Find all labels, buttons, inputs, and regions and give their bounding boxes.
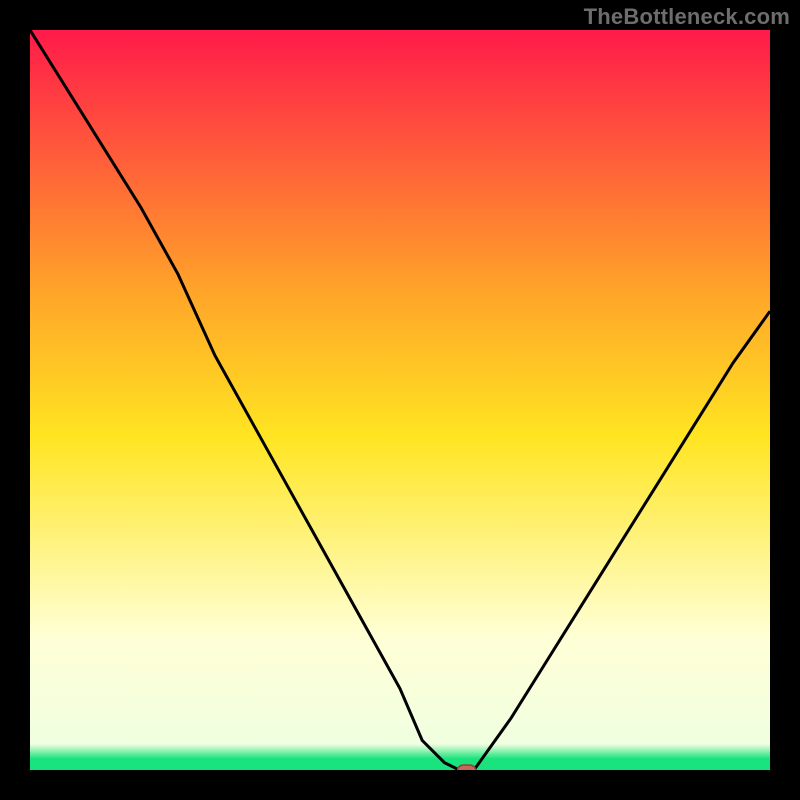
plot-svg — [30, 30, 770, 770]
watermark-text: TheBottleneck.com — [584, 4, 790, 30]
plot-area — [30, 30, 770, 770]
gradient-background — [30, 30, 770, 770]
chart-frame: TheBottleneck.com — [0, 0, 800, 800]
optimal-marker — [458, 765, 476, 770]
